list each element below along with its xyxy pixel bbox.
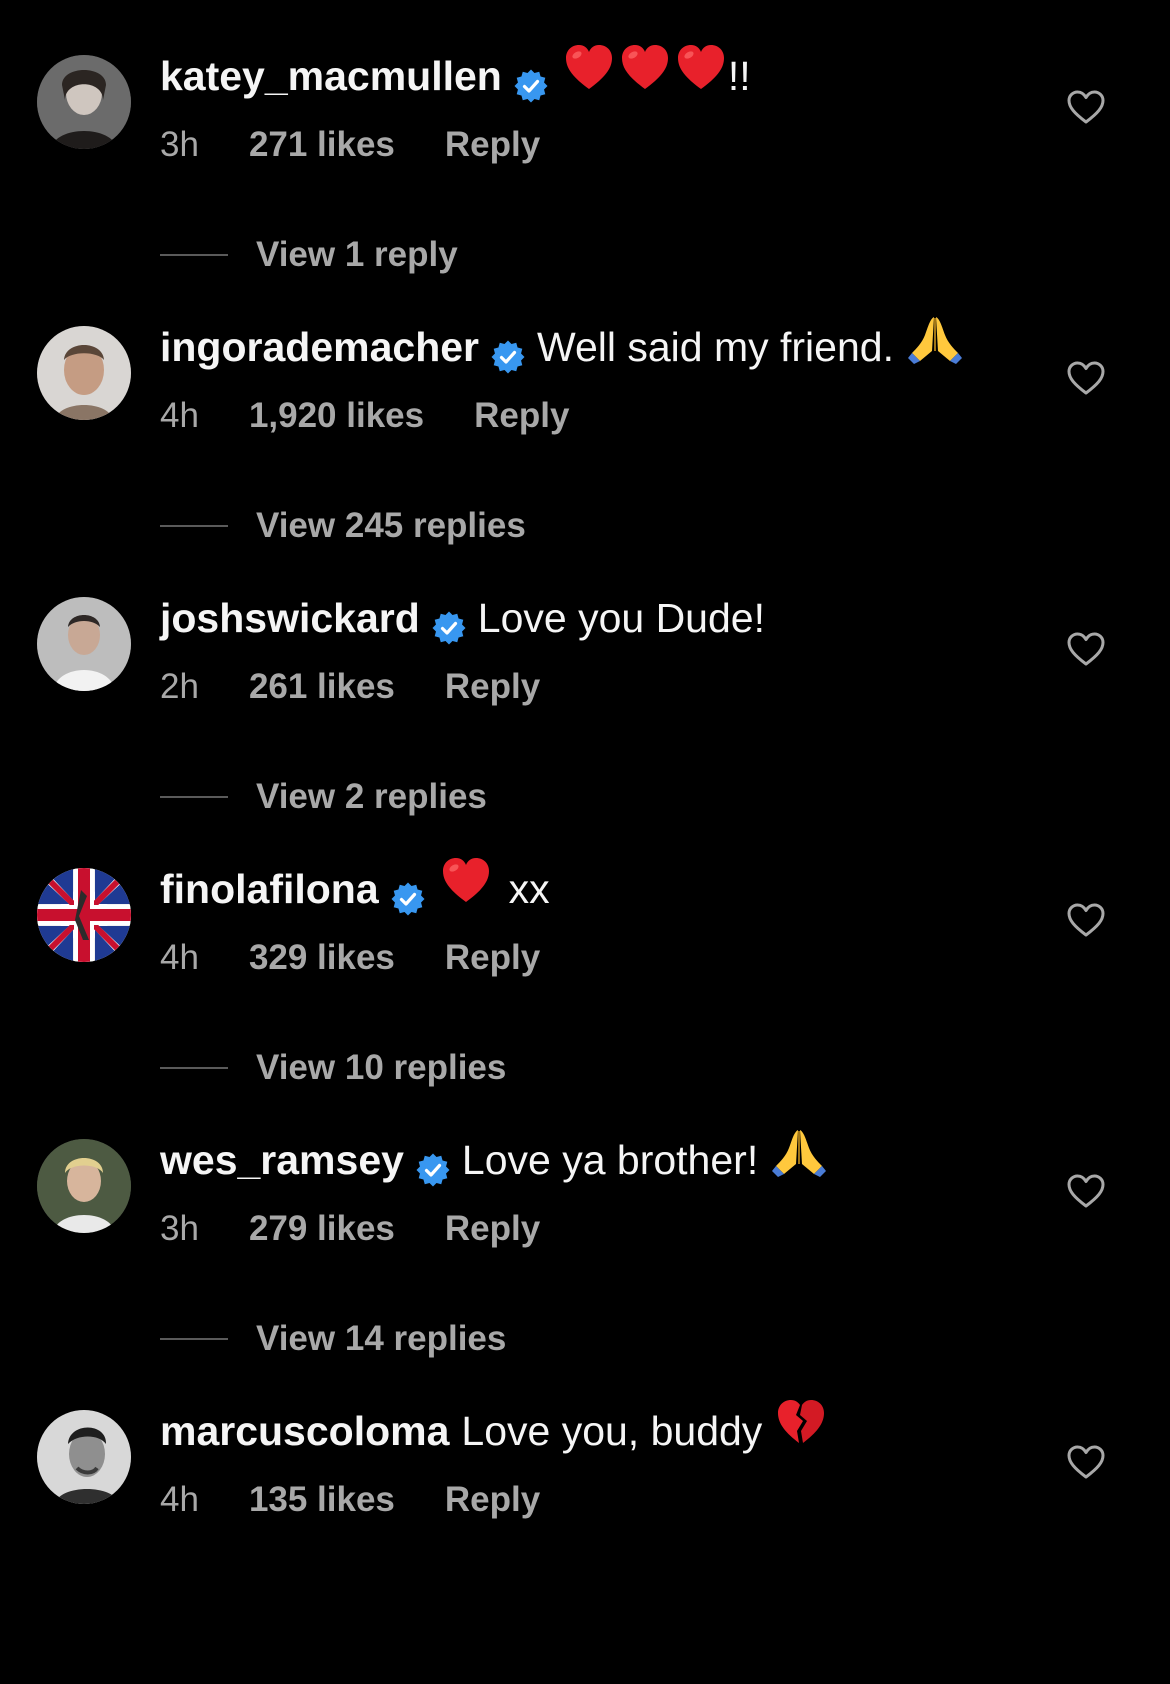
folded-hands-emoji-icon [772, 1126, 827, 1194]
comment-likes-count[interactable]: 261 likes [249, 667, 395, 707]
reply-button[interactable]: Reply [445, 125, 540, 165]
replies-divider [160, 525, 228, 527]
like-heart-icon[interactable] [1066, 1172, 1106, 1212]
reply-button[interactable]: Reply [445, 1480, 540, 1520]
comment-username[interactable]: joshswickard [160, 588, 420, 648]
view-replies-label[interactable]: View 245 replies [256, 506, 526, 546]
comment-header: marcuscoloma Love you, buddy [160, 1399, 826, 1463]
comment-likes-count[interactable]: 329 likes [249, 938, 395, 978]
folded-hands-emoji-icon [907, 313, 962, 381]
comment-item: katey_macmullen!! 3h 271 likes Reply View 1 … [0, 0, 1170, 274]
comment-item: ingorademacher Well said my friend. 4h 1,92… [0, 271, 1170, 545]
view-replies-label[interactable]: View 10 replies [256, 1048, 506, 1088]
comment-item: marcuscoloma Love you, buddy 4h 135 likes Re… [0, 1355, 1170, 1535]
reply-button[interactable]: Reply [445, 938, 540, 978]
reply-button[interactable]: Reply [445, 1209, 540, 1249]
verified-badge-icon [432, 601, 466, 645]
comment-text-suffix: xx [508, 866, 550, 912]
reply-button[interactable]: Reply [445, 667, 540, 707]
comment-header: katey_macmullen!! [160, 44, 751, 108]
comment-meta: 3h 271 likes Reply [160, 120, 540, 170]
comment-likes-count[interactable]: 271 likes [249, 125, 395, 165]
comment-text: Love you, buddy [461, 1408, 763, 1454]
comment-meta: 4h 1,920 likes Reply [160, 391, 569, 441]
red-heart-emoji-icon [564, 44, 614, 108]
user-avatar[interactable] [37, 326, 131, 420]
comment-header: joshswickard Love you Dude! [160, 588, 765, 648]
comment-timestamp: 3h [160, 1209, 199, 1248]
user-avatar[interactable] [37, 597, 131, 691]
user-avatar[interactable] [37, 1139, 131, 1233]
view-replies-label[interactable]: View 14 replies [256, 1319, 506, 1359]
like-heart-icon[interactable] [1066, 359, 1106, 399]
like-heart-icon[interactable] [1066, 1443, 1106, 1483]
comment-meta: 2h 261 likes Reply [160, 662, 540, 712]
comment-header: finolafilona xx [160, 857, 550, 921]
verified-badge-icon [391, 872, 425, 916]
comment-likes-count[interactable]: 135 likes [249, 1480, 395, 1520]
verified-badge-icon [514, 59, 548, 103]
comment-likes-count[interactable]: 1,920 likes [249, 396, 424, 436]
red-heart-emoji-icon [620, 44, 670, 108]
verified-badge-icon [491, 330, 525, 374]
view-replies-label[interactable]: View 1 reply [256, 235, 458, 275]
comment-text: Love ya brother! [461, 1137, 759, 1183]
replies-divider [160, 1067, 228, 1069]
comment-username[interactable]: marcuscoloma [160, 1401, 449, 1461]
comment-meta: 3h 279 likes Reply [160, 1204, 540, 1254]
comment-item: joshswickard Love you Dude! 2h 261 likes Rep… [0, 542, 1170, 816]
comment-item: finolafilona xx 4h 329 likes Reply View 10 re… [0, 813, 1170, 1087]
replies-divider [160, 1338, 228, 1340]
like-heart-icon[interactable] [1066, 901, 1106, 941]
comment-header: wes_ramsey Love ya brother! [160, 1130, 827, 1190]
comment-text: Love you Dude! [477, 595, 765, 641]
comment-timestamp: 4h [160, 396, 199, 435]
broken-heart-emoji-icon [776, 1399, 826, 1463]
user-avatar[interactable] [37, 1410, 131, 1504]
like-heart-icon[interactable] [1066, 88, 1106, 128]
comment-timestamp: 3h [160, 125, 199, 164]
like-heart-icon[interactable] [1066, 630, 1106, 670]
comment-likes-count[interactable]: 279 likes [249, 1209, 395, 1249]
user-avatar[interactable] [37, 55, 131, 149]
comment-meta: 4h 329 likes Reply [160, 933, 540, 983]
comment-timestamp: 4h [160, 1480, 199, 1519]
verified-badge-icon [416, 1143, 450, 1187]
view-replies-label[interactable]: View 2 replies [256, 777, 487, 817]
comment-text: Well said my friend. [537, 324, 894, 370]
user-avatar[interactable] [37, 868, 131, 962]
comment-username[interactable]: finolafilona [160, 859, 379, 919]
reply-button[interactable]: Reply [474, 396, 569, 436]
comment-username[interactable]: katey_macmullen [160, 46, 502, 106]
comment-header: ingorademacher Well said my friend. [160, 317, 962, 377]
comment-username[interactable]: wes_ramsey [160, 1130, 404, 1190]
comment-item: wes_ramsey Love ya brother! 3h 279 likes Rep… [0, 1084, 1170, 1358]
comment-timestamp: 2h [160, 667, 199, 706]
replies-divider [160, 796, 228, 798]
comment-text-suffix: !! [727, 53, 751, 99]
red-heart-emoji-icon [441, 857, 491, 921]
replies-divider [160, 254, 228, 256]
red-heart-emoji-icon [676, 44, 726, 108]
comment-username[interactable]: ingorademacher [160, 317, 479, 377]
comment-timestamp: 4h [160, 938, 199, 977]
comment-meta: 4h 135 likes Reply [160, 1475, 540, 1525]
